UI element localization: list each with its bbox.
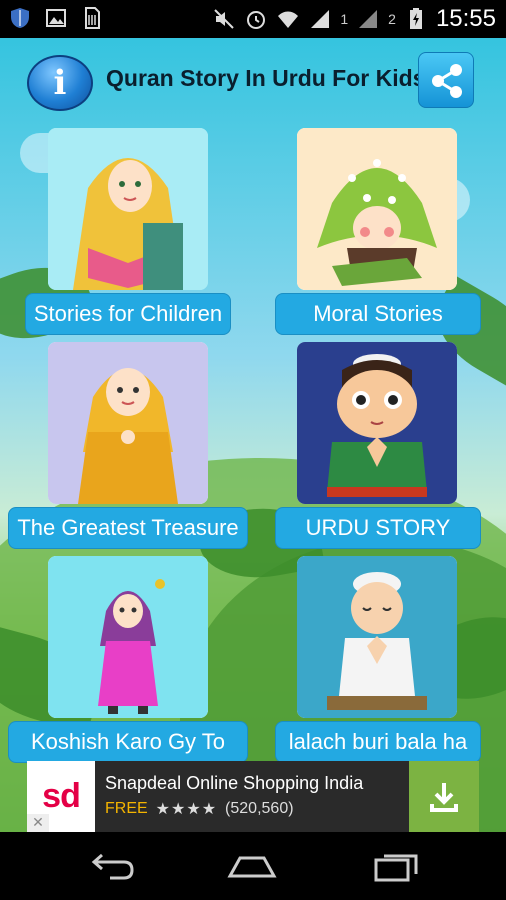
tile-label[interactable]: Moral Stories — [275, 293, 481, 335]
story-thumbnail[interactable] — [297, 128, 457, 290]
ad-title: Snapdeal Online Shopping India — [105, 773, 364, 793]
clock: 15:55 — [435, 5, 496, 32]
tile-label[interactable]: lalach buri bala ha — [275, 721, 481, 763]
tile-label[interactable]: Koshish Karo Gy To — [8, 721, 248, 763]
ad-price: FREE — [105, 800, 148, 817]
ad-logo-text: sd — [42, 777, 81, 815]
girl-in-pink-illustration — [48, 556, 208, 718]
story-thumbnail[interactable] — [48, 128, 208, 290]
shield-icon — [8, 6, 32, 30]
ad-download-button[interactable] — [409, 761, 479, 832]
alarm-icon — [244, 7, 268, 31]
image-icon — [44, 6, 68, 30]
mute-icon — [212, 7, 236, 31]
girl-in-yellow-illustration — [48, 342, 208, 504]
sim2-indicator: 2 — [388, 11, 396, 27]
boy-praying-illustration — [297, 342, 457, 504]
page-title: Quran Story In Urdu For Kids — [106, 65, 426, 91]
download-icon — [430, 782, 458, 812]
sim-card-icon — [80, 6, 104, 30]
info-button[interactable]: i — [27, 55, 93, 111]
recent-apps-button[interactable] — [370, 848, 422, 884]
story-thumbnail[interactable] — [48, 342, 208, 504]
story-thumbnail[interactable] — [297, 556, 457, 718]
share-icon — [432, 64, 462, 98]
ad-banner[interactable]: sd Snapdeal Online Shopping India FREE ★… — [27, 761, 479, 832]
back-icon — [91, 853, 134, 880]
story-thumbnail[interactable] — [48, 556, 208, 718]
story-thumbnail[interactable] — [297, 342, 457, 504]
girl-reading-illustration — [48, 128, 208, 290]
share-button[interactable] — [418, 52, 474, 108]
recent-apps-icon — [374, 854, 418, 882]
tile-label[interactable]: The Greatest Treasure — [8, 507, 248, 549]
girl-praying-illustration — [297, 128, 457, 290]
signal-icon — [308, 7, 332, 31]
ad-rating-stars: ★★★★ — [155, 801, 218, 818]
sim1-indicator: 1 — [340, 11, 349, 27]
wifi-icon — [276, 7, 300, 31]
back-button[interactable] — [86, 848, 138, 884]
tile-label[interactable]: Stories for Children — [25, 293, 231, 335]
app-header: i Quran Story In Urdu For Kids — [0, 38, 506, 124]
status-bar: 1 2 15:55 — [0, 0, 506, 38]
home-icon — [227, 856, 277, 878]
boy-in-white-illustration — [297, 556, 457, 718]
ad-rating-count: (520,560) — [225, 800, 294, 817]
ad-meta: FREE ★★★★ (520,560) — [105, 799, 294, 819]
navigation-bar — [0, 832, 506, 900]
ad-close-button[interactable]: ✕ — [27, 814, 49, 832]
signal-icon — [356, 7, 380, 31]
info-icon: i — [53, 63, 67, 103]
battery-charging-icon — [404, 7, 428, 31]
app-screen: i Quran Story In Urdu For Kids Stories f… — [0, 38, 506, 832]
tile-label[interactable]: URDU STORY — [275, 507, 481, 549]
home-button[interactable] — [226, 848, 278, 884]
